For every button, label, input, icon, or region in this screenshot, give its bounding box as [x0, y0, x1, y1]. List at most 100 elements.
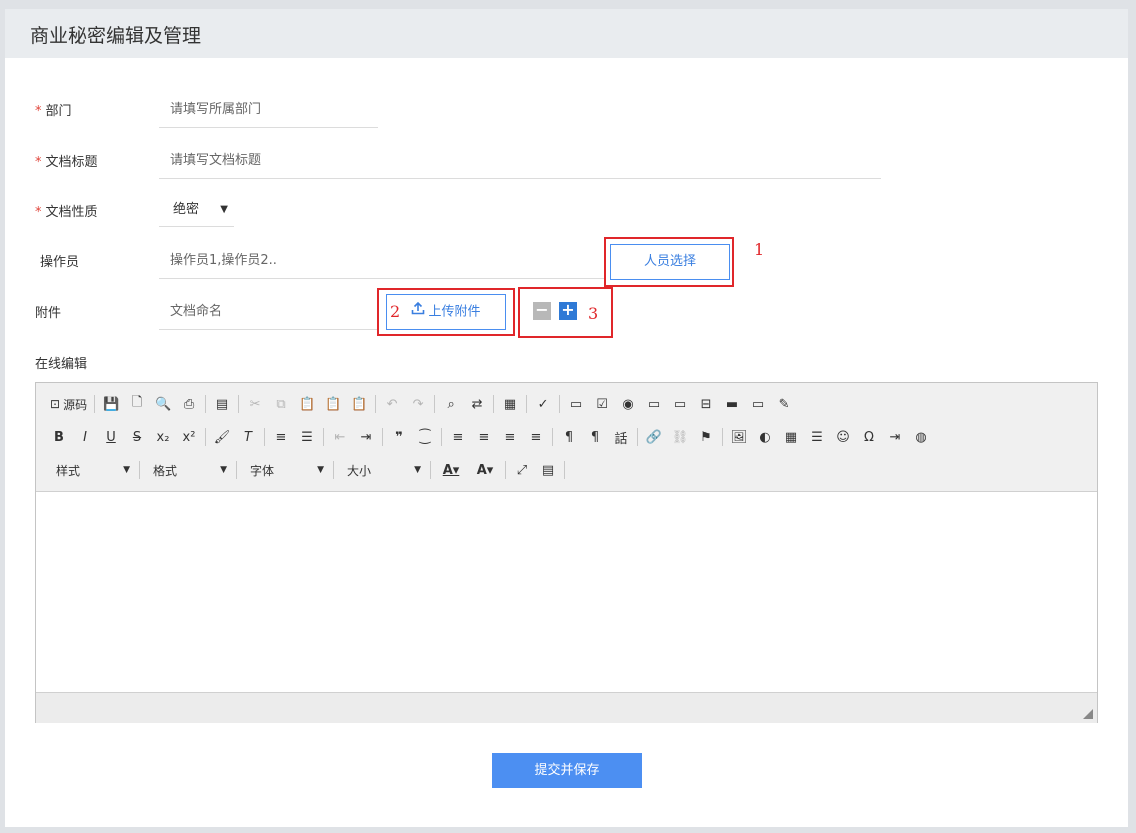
align-justify-icon[interactable]: ≡ — [523, 425, 549, 449]
attachment-label: 附件 — [35, 306, 62, 321]
indent-icon[interactable]: ⇥ — [353, 425, 379, 449]
add-attachment-button[interactable]: + — [559, 300, 577, 320]
department-input[interactable]: 请填写所属部门 — [159, 92, 378, 128]
language-icon[interactable]: 話 — [608, 425, 634, 449]
save-icon[interactable]: 💾 — [98, 392, 124, 416]
caret-down-icon: ▼ — [414, 465, 421, 475]
size-combo[interactable]: 大小 ▼ — [337, 458, 427, 482]
panel-header: 商业秘密编辑及管理 — [5, 9, 1128, 58]
find-icon[interactable]: ⌕ — [438, 392, 464, 416]
text-color-icon[interactable]: A▾ — [434, 458, 468, 482]
doc-nature-select[interactable]: 绝密 ▼ — [159, 193, 234, 227]
form-icon[interactable]: ▭ — [563, 392, 589, 416]
strikethrough-icon[interactable]: S — [124, 425, 150, 449]
subscript-icon[interactable]: x₂ — [150, 425, 176, 449]
radio-icon[interactable]: ◉ — [615, 392, 641, 416]
print-icon[interactable]: ⎙ — [176, 392, 202, 416]
attachment-name-input[interactable]: 文档命名 — [159, 294, 378, 330]
copy-format-icon[interactable]: 🖌 — [209, 425, 235, 449]
paste-text-icon[interactable]: 📋 — [320, 392, 346, 416]
upload-attachment-button[interactable]: 上传附件 — [386, 294, 506, 330]
select-all-icon[interactable]: ▦ — [497, 392, 523, 416]
caret-down-icon: ▼ — [220, 465, 227, 475]
anchor-icon[interactable]: ⚑ — [693, 425, 719, 449]
smiley-icon[interactable]: ☺ — [830, 425, 856, 449]
special-char-icon[interactable]: Ω — [856, 425, 882, 449]
table-icon[interactable]: ▦ — [778, 425, 804, 449]
iframe-icon[interactable]: ◍ — [908, 425, 934, 449]
align-left-icon[interactable]: ≡ — [445, 425, 471, 449]
undo-icon[interactable]: ↶ — [379, 392, 405, 416]
page-title: 商业秘密编辑及管理 — [30, 25, 202, 47]
new-page-icon[interactable]: 🗋 — [124, 392, 150, 416]
align-center-icon[interactable]: ≡ — [471, 425, 497, 449]
horizontal-rule-icon[interactable]: ☰ — [804, 425, 830, 449]
bulleted-list-icon[interactable]: ☰ — [294, 425, 320, 449]
doc-title-input[interactable]: 请填写文档标题 — [159, 143, 881, 179]
italic-icon[interactable]: I — [72, 425, 98, 449]
numbered-list-icon[interactable]: ≡ — [268, 425, 294, 449]
caret-down-icon: ▼ — [317, 465, 324, 475]
rtl-icon[interactable]: ¶ — [582, 425, 608, 449]
source-button[interactable]: ⊡ 源码 — [46, 392, 91, 416]
source-icon: ⊡ — [50, 397, 61, 411]
bg-color-icon[interactable]: A▾ — [468, 458, 502, 482]
select-person-button[interactable]: 人员选择 — [610, 244, 730, 280]
department-placeholder: 请填写所属部门 — [170, 102, 262, 117]
font-combo[interactable]: 字体 ▼ — [240, 458, 330, 482]
size-combo-label: 大小 — [347, 463, 372, 478]
select-field-icon[interactable]: ⊟ — [693, 392, 719, 416]
upload-icon — [411, 295, 425, 329]
format-combo[interactable]: 格式 ▼ — [143, 458, 233, 482]
ltr-icon[interactable]: ¶ — [556, 425, 582, 449]
cut-icon[interactable]: ✂ — [242, 392, 268, 416]
format-combo-label: 格式 — [153, 463, 178, 478]
preview-icon[interactable]: 🔍 — [150, 392, 176, 416]
online-edit-label: 在线编辑 — [35, 357, 88, 372]
submit-save-button[interactable]: 提交并保存 — [492, 753, 642, 788]
image-button-icon[interactable]: ▭ — [745, 392, 771, 416]
department-label: * 部门 — [35, 100, 72, 119]
templates-icon[interactable]: ▤ — [209, 392, 235, 416]
outdent-icon[interactable]: ⇤ — [327, 425, 353, 449]
remove-attachment-button[interactable]: − — [533, 300, 551, 320]
hidden-field-icon[interactable]: ✎ — [771, 392, 797, 416]
attachment-placeholder: 文档命名 — [170, 304, 223, 319]
toolbar-row-3: 样式 ▼ 格式 ▼ 字体 ▼ 大小 ▼ A▾ A▾ ⤢ ▤ — [46, 457, 568, 483]
show-blocks-icon[interactable]: ▤ — [535, 458, 561, 482]
page-break-icon[interactable]: ⇥ — [882, 425, 908, 449]
textfield-icon[interactable]: ▭ — [641, 392, 667, 416]
operator-input[interactable]: 操作员1,操作员2.. — [159, 243, 604, 279]
button-field-icon[interactable]: ▬ — [719, 392, 745, 416]
redo-icon[interactable]: ↷ — [405, 392, 431, 416]
superscript-icon[interactable]: x² — [176, 425, 202, 449]
resize-handle-icon[interactable] — [1083, 709, 1093, 719]
flash-icon[interactable]: ◐ — [752, 425, 778, 449]
unlink-icon[interactable]: ⛓ — [667, 425, 693, 449]
textarea-icon[interactable]: ▭ — [667, 392, 693, 416]
required-mark: * — [35, 155, 42, 170]
style-combo[interactable]: 样式 ▼ — [46, 458, 136, 482]
paste-word-icon[interactable]: 📋 — [346, 392, 372, 416]
doc-nature-label-text: 文档性质 — [45, 205, 98, 220]
operator-value: 操作员1,操作员2.. — [170, 253, 277, 268]
required-mark: * — [35, 104, 42, 119]
link-icon[interactable]: 🔗 — [641, 425, 667, 449]
underline-icon[interactable]: U — [98, 425, 124, 449]
editor-content-area[interactable] — [36, 492, 1097, 692]
replace-icon[interactable]: ⇄ — [464, 392, 490, 416]
image-icon[interactable]: 🖼 — [726, 425, 752, 449]
spellcheck-icon[interactable]: ✓ — [530, 392, 556, 416]
div-container-icon[interactable]: ⁐ — [412, 425, 438, 449]
align-right-icon[interactable]: ≡ — [497, 425, 523, 449]
upload-button-label: 上传附件 — [428, 304, 481, 320]
copy-icon[interactable]: ⧉ — [268, 392, 294, 416]
font-combo-label: 字体 — [250, 463, 275, 478]
blockquote-icon[interactable]: ❞ — [386, 425, 412, 449]
operator-label: 操作员 — [40, 255, 80, 270]
checkbox-icon[interactable]: ☑ — [589, 392, 615, 416]
paste-icon[interactable]: 📋 — [294, 392, 320, 416]
remove-format-icon[interactable]: T — [235, 425, 261, 449]
bold-icon[interactable]: B — [46, 425, 72, 449]
maximize-icon[interactable]: ⤢ — [509, 458, 535, 482]
